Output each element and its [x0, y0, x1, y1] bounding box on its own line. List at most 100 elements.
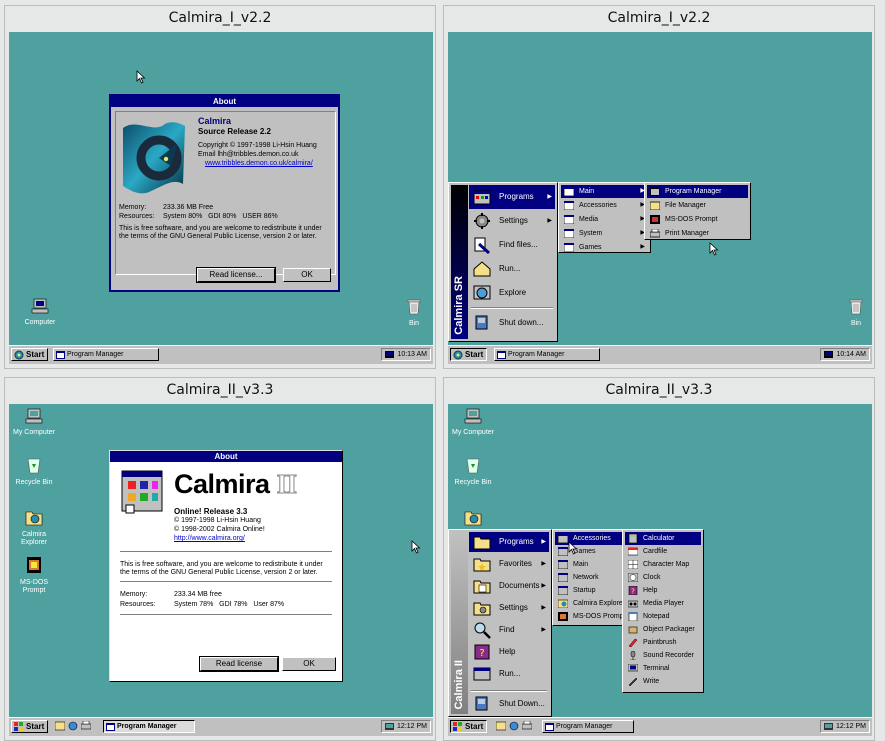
programs-network[interactable]: Network [555, 571, 623, 584]
trash-bin-icon [849, 299, 863, 315]
start-menu-documents[interactable]: Documents ▶ [469, 576, 549, 596]
desktop[interactable]: Computer Bin About Calmira Source Releas… [9, 32, 433, 364]
terminal-icon [628, 664, 638, 672]
clock[interactable]: 12:12 PM [397, 723, 427, 730]
microphone-icon [630, 651, 636, 660]
programs-startup[interactable]: Startup [555, 584, 623, 597]
desktop-icon-my-computer[interactable]: My Computer [448, 408, 498, 437]
calmira-explorer-icon [558, 599, 568, 608]
homepage-link[interactable]: http://www.calmira.org/ [174, 535, 245, 542]
quick-launch-globe-icon[interactable] [509, 721, 519, 731]
desktop-icon-recycle-bin[interactable]: Recycle Bin [9, 456, 59, 487]
media-player-icon [628, 600, 638, 608]
accessories-notepad[interactable]: Notepad [625, 610, 701, 623]
accessories-calculator[interactable]: Calculator [625, 532, 701, 545]
clock[interactable]: 10:14 AM [836, 351, 866, 358]
start-menu-find[interactable]: Find ▶ [469, 620, 549, 640]
recycle-bin-icon [27, 458, 41, 474]
copyright-2: © 1998-2002 Calmira Online! [174, 526, 265, 533]
accessories-help[interactable]: ? Help [625, 584, 701, 597]
accessories-media-player[interactable]: Media Player [625, 597, 701, 610]
start-button[interactable]: Start [11, 720, 49, 733]
programs-main[interactable]: Main ▶ [561, 185, 648, 198]
main-ms-dos-prompt[interactable]: MS-DOS Prompt [647, 213, 748, 226]
desktop-icon-my-computer[interactable]: My Computer [9, 408, 59, 437]
computer-icon [25, 408, 43, 424]
program-manager-icon [545, 722, 554, 731]
panel-title: Calmira_II_v3.3 [166, 382, 274, 398]
calmira-explorer-icon[interactable] [464, 508, 482, 526]
accessories-write[interactable]: Write [625, 675, 701, 688]
accessories-object-packager[interactable]: Object Packager [625, 623, 701, 636]
start-menu-favorites[interactable]: Favorites ▶ [469, 554, 549, 574]
programs-calmira-explorer[interactable]: Calmira Explorer [555, 597, 625, 610]
start-button[interactable]: Start [450, 348, 488, 361]
programs-system[interactable]: System ▶ [561, 227, 648, 240]
desktop-icon-computer[interactable]: Computer [15, 298, 65, 327]
desktop-icon-label: MS-DOS Prompt [20, 579, 48, 594]
ok-button[interactable]: OK [283, 268, 331, 282]
desktop-icon-calmira-explorer[interactable]: Calmira Explorer [9, 508, 59, 547]
programs-main[interactable]: Main [555, 558, 623, 571]
taskbar-program-manager[interactable]: Program Manager [103, 720, 195, 733]
accessories-paintbrush[interactable]: Paintbrush [625, 636, 701, 649]
start-button[interactable]: Start [11, 348, 49, 361]
accessories-clock[interactable]: Clock [625, 571, 701, 584]
programs-games[interactable]: Games [555, 545, 623, 558]
start-menu-shut-down[interactable]: Shut Down... [469, 694, 549, 714]
memory-value: 233.34 MB free [174, 591, 222, 598]
ok-button[interactable]: OK [282, 657, 336, 671]
programs-accessories[interactable]: Accessories ▶ [561, 199, 648, 212]
clock[interactable]: 10:13 AM [397, 351, 427, 358]
accessories-terminal[interactable]: Terminal [625, 662, 701, 675]
main-program-manager[interactable]: Program Manager [647, 185, 748, 198]
programs-ms-dos-prompt[interactable]: MS-DOS Prompt [555, 610, 626, 623]
start-menu-run[interactable]: Run... [469, 664, 549, 684]
start-menu-settings[interactable]: Settings ▶ [469, 209, 555, 233]
homepage-link[interactable]: www.tribbles.demon.co.uk/calmira/ [205, 160, 313, 167]
start-menu-help[interactable]: ? Help [469, 642, 549, 662]
accessories-sound-recorder[interactable]: Sound Recorder [625, 649, 701, 662]
taskbar: Start Program Manager 12:12 PM [448, 717, 872, 736]
tray-monitor-icon [385, 723, 395, 730]
desktop-icon-bin[interactable]: Bin [396, 298, 432, 328]
start-menu-run[interactable]: Run... [469, 257, 555, 281]
quick-launch-globe-icon[interactable] [68, 721, 78, 731]
ms-dos-icon [27, 557, 41, 573]
task-label: Program Manager [508, 351, 565, 358]
clock[interactable]: 12:12 PM [836, 723, 866, 730]
desktop-icon-recycle-bin[interactable]: Recycle Bin [448, 456, 498, 487]
desktop[interactable]: My Computer Recycle Bin Calmira II Progr… [448, 404, 872, 736]
main-file-manager[interactable]: File Manager [647, 199, 748, 212]
start-menu-find-files[interactable]: Find files... [469, 233, 555, 257]
start-menu-settings[interactable]: Settings ▶ [469, 598, 549, 618]
taskbar-program-manager[interactable]: Program Manager [53, 348, 159, 361]
desktop[interactable]: My Computer Recycle Bin Calmira Explorer… [9, 404, 433, 736]
accessories-cardfile[interactable]: Cardfile [625, 545, 701, 558]
desktop[interactable]: Bin Calmira SR Programs ▶ Settings ▶ Find … [448, 32, 872, 364]
read-license-button[interactable]: Read license [199, 656, 279, 672]
start-menu-programs[interactable]: Programs ▶ [469, 185, 555, 209]
quick-launch-explorer-icon[interactable] [55, 721, 65, 731]
taskbar-program-manager[interactable]: Program Manager [542, 720, 634, 733]
program-group-icon [564, 201, 574, 210]
programs-media[interactable]: Media ▶ [561, 213, 648, 226]
read-license-button[interactable]: Read license... [196, 267, 276, 283]
svg-text:?: ? [479, 648, 484, 659]
about-dialog: About Calmira Source Release 2.2 Copyrig… [109, 94, 340, 292]
programs-accessories[interactable]: Accessories [555, 532, 623, 545]
main-print-manager[interactable]: Print Manager [647, 227, 748, 240]
desktop-icon-bin[interactable]: Bin [840, 298, 872, 328]
quick-launch-printer-icon[interactable] [522, 721, 532, 731]
quick-launch-printer-icon[interactable] [81, 721, 91, 731]
program-manager-icon [56, 350, 65, 359]
programs-games[interactable]: Games ▶ [561, 241, 648, 254]
start-button[interactable]: Start [450, 720, 488, 733]
start-menu-explore[interactable]: Explore [469, 281, 555, 305]
start-menu-shut-down[interactable]: Shut down... [469, 311, 555, 335]
desktop-icon-ms-dos-prompt[interactable]: MS-DOS Prompt [9, 556, 59, 595]
taskbar-program-manager[interactable]: Program Manager [494, 348, 600, 361]
accessories-character-map[interactable]: Character Map [625, 558, 701, 571]
quick-launch-explorer-icon[interactable] [496, 721, 506, 731]
start-menu-programs[interactable]: Programs ▶ [469, 532, 549, 552]
